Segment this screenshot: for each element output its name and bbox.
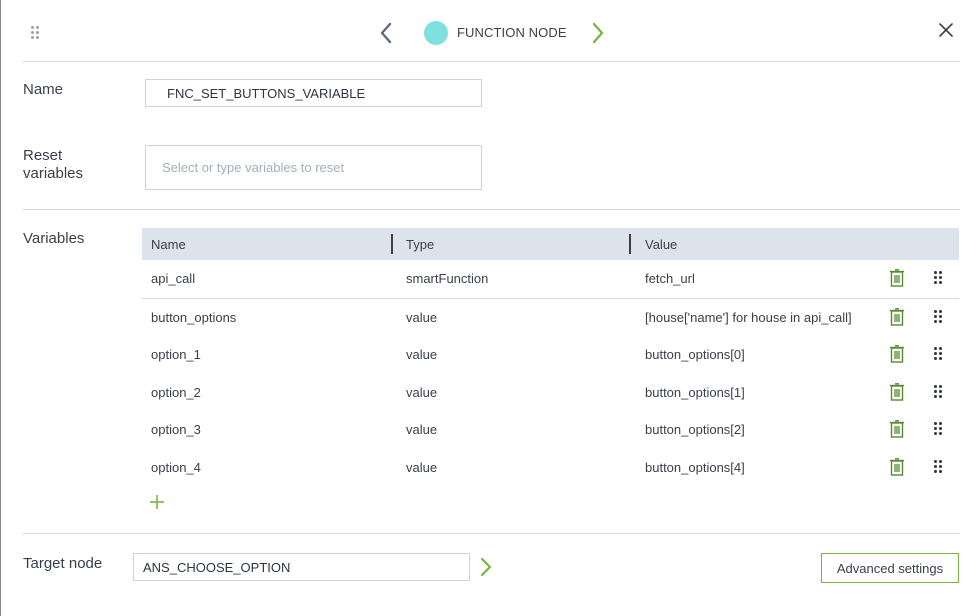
variable-value-cell[interactable]: button_options[0] [645,347,745,362]
column-resize-handle[interactable] [629,234,631,254]
variable-name-cell[interactable]: option_2 [151,385,201,400]
variable-type-cell[interactable]: value [406,347,437,362]
delete-variable-button[interactable] [889,308,905,326]
delete-variable-button[interactable] [889,383,905,401]
trash-icon [890,308,904,326]
column-header-value: Value [645,237,678,252]
table-row[interactable]: option_4 value button_options[4] [142,449,959,485]
variable-name-cell[interactable]: api_call [151,271,195,286]
table-row[interactable]: option_3 value button_options[2] [142,411,959,447]
variables-table-header: Name Type Value [142,228,959,260]
variable-value-cell[interactable]: button_options[4] [645,460,745,475]
variable-name-cell[interactable]: option_3 [151,422,201,437]
next-node-button[interactable] [587,20,609,46]
table-row[interactable]: button_options value [house['name'] for ho… [142,299,959,335]
variable-name-cell[interactable]: option_1 [151,347,201,362]
reset-variables-label: Reset variables [23,147,83,183]
reset-variables-label-line2: variables [23,165,84,182]
chevron-right-icon [592,22,604,44]
variables-label: Variables [23,230,85,247]
name-label: Name [23,81,64,98]
variable-name-cell[interactable]: button_options [151,310,236,325]
trash-icon [890,458,904,476]
reset-variables-input[interactable]: Select or type variables to reset [145,145,482,190]
chevron-right-icon [480,557,492,577]
variable-value-cell[interactable]: button_options[2] [645,422,745,437]
trash-icon [890,383,904,401]
variable-value-cell[interactable]: fetch_url [645,271,695,286]
chevron-left-icon [380,22,392,44]
variable-type-cell[interactable]: value [406,460,437,475]
grip-icon[interactable] [934,385,944,399]
plus-icon [150,495,164,509]
table-row[interactable]: option_2 value button_options[1] [142,374,959,410]
table-row[interactable]: option_1 value button_options[0] [142,336,959,372]
target-node-input[interactable]: ANS_CHOOSE_OPTION [133,553,470,581]
variable-type-cell[interactable]: value [406,310,437,325]
row-divider [142,298,959,299]
close-button[interactable] [936,20,956,40]
column-resize-handle[interactable] [391,234,393,254]
grip-icon[interactable] [934,310,944,324]
target-node-label: Target node [23,555,103,572]
advanced-settings-button[interactable]: Advanced settings [821,553,959,583]
variable-value-cell[interactable]: [house['name'] for house in api_call] [645,310,852,325]
trash-icon [890,420,904,438]
grip-icon[interactable] [934,271,944,285]
drag-handle-icon[interactable] [31,26,41,40]
node-type-title: FUNCTION NODE [457,25,567,40]
go-to-target-node-button[interactable] [478,556,494,578]
variable-value-cell[interactable]: button_options[1] [645,385,745,400]
column-header-type: Type [406,237,435,252]
add-variable-button[interactable] [149,494,165,510]
delete-variable-button[interactable] [889,345,905,363]
name-input[interactable]: FNC_SET_BUTTONS_VARIABLE [145,79,482,107]
delete-variable-button[interactable] [889,458,905,476]
delete-variable-button[interactable] [889,269,905,287]
function-node-dialog: FUNCTION NODE Name FNC_SET_BUTTONS_VARIA… [0,0,977,616]
variable-type-cell[interactable]: value [406,385,437,400]
reset-variables-label-line1: Reset [23,147,63,164]
variable-type-cell[interactable]: smartFunction [406,271,488,286]
variable-type-cell[interactable]: value [406,422,437,437]
delete-variable-button[interactable] [889,420,905,438]
divider [23,533,960,534]
divider [23,61,960,62]
variable-name-cell[interactable]: option_4 [151,460,201,475]
trash-icon [890,269,904,287]
column-header-name: Name [151,237,186,252]
table-row[interactable]: api_call smartFunction fetch_url [142,260,959,296]
previous-node-button[interactable] [375,20,397,46]
trash-icon [890,345,904,363]
divider [23,209,960,210]
grip-icon[interactable] [934,347,944,361]
close-icon [939,23,953,37]
grip-icon[interactable] [934,460,944,474]
node-type-color-indicator [424,21,448,45]
grip-icon[interactable] [934,422,944,436]
